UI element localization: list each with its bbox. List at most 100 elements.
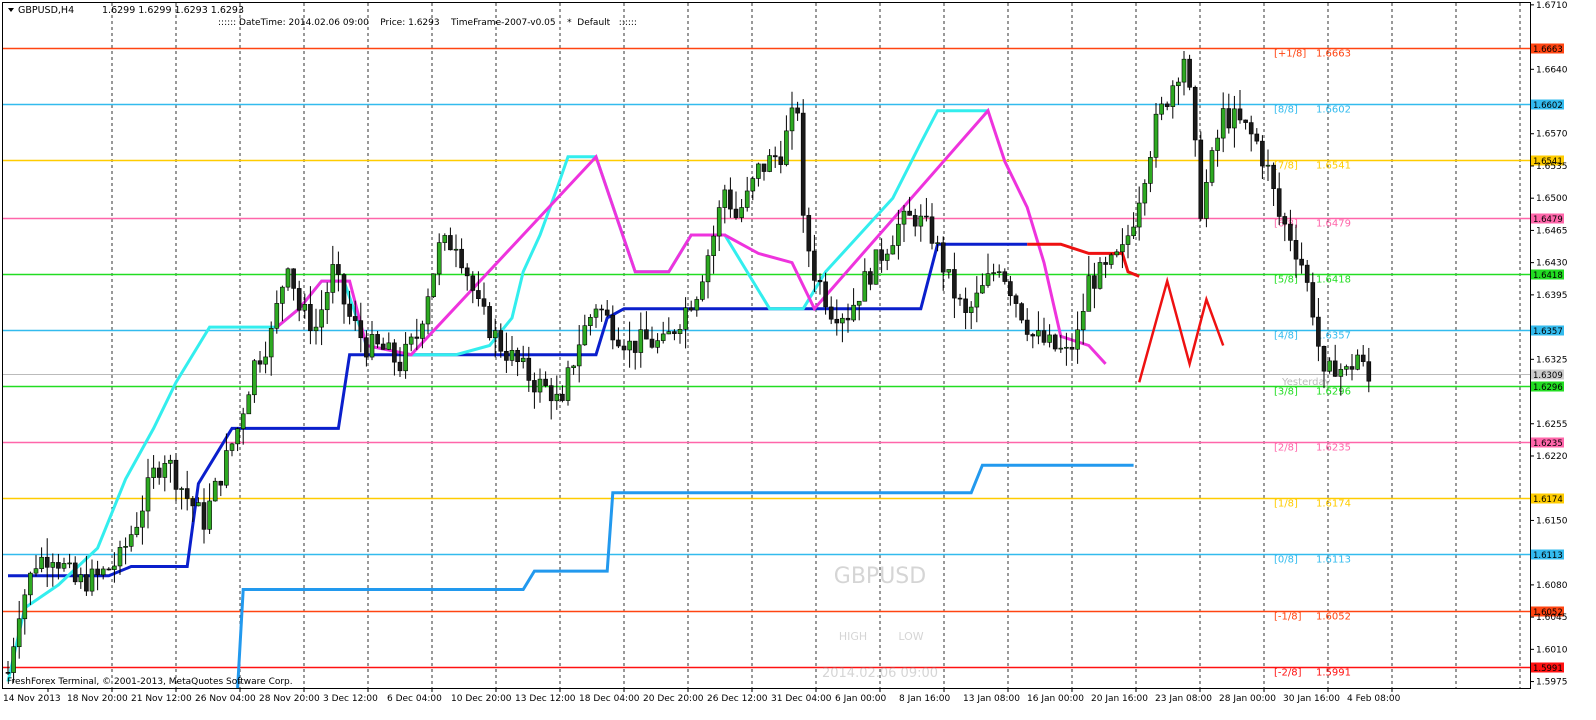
candle-body (862, 271, 868, 302)
candle-body (588, 317, 593, 326)
murrey-level-value: 1.6663 (1316, 49, 1351, 60)
candle-body (795, 107, 800, 114)
copyright-text: FreshForex Terminal, © 2001-2013, MetaQu… (7, 677, 293, 687)
candle-body (935, 242, 940, 245)
candle-body (1204, 182, 1209, 219)
candle-body (1276, 188, 1282, 217)
candle-body (453, 248, 459, 251)
candle-body (851, 304, 856, 321)
candle-body (1013, 295, 1019, 304)
candle-body (330, 264, 336, 293)
candle-body (896, 223, 901, 246)
candle-body (112, 565, 117, 570)
candle-body (840, 317, 845, 324)
murrey-level-label: [-1/8] (1274, 612, 1302, 623)
x-tick-label: 18 Dec 04:00 (579, 694, 640, 704)
window-header: GBPUSD,H4 1.6299 1.6299 1.6293 1.6293 (8, 5, 244, 16)
candle-body (1036, 330, 1041, 337)
candle-body (565, 367, 571, 401)
candle-body (677, 329, 683, 334)
candle-body (644, 329, 649, 340)
candle-body (369, 334, 375, 358)
candle-body (1243, 119, 1248, 123)
candle-body (1002, 271, 1008, 282)
candle-body (1108, 254, 1114, 265)
candle-body (996, 271, 1002, 273)
candle-body (408, 336, 414, 345)
y-tick-label: 1.6465 (1536, 226, 1568, 236)
candle-body (532, 380, 537, 393)
candle-body (61, 563, 67, 569)
candle-body (33, 568, 39, 574)
candle-body (498, 330, 504, 352)
candle-body (106, 568, 112, 571)
x-tick-label: 14 Nov 2013 (3, 694, 61, 704)
candle-body (879, 249, 884, 261)
candle-body (918, 215, 924, 227)
candle-body (1024, 319, 1030, 335)
candle-body (16, 618, 22, 648)
candle-body (856, 300, 862, 306)
x-tick-label: 8 Jan 16:00 (899, 694, 951, 704)
candle-body (436, 242, 442, 275)
candle-body (151, 467, 156, 478)
candle-body (722, 189, 728, 208)
candle-body (162, 463, 168, 478)
candle-body (812, 250, 817, 281)
candle-body (884, 253, 890, 261)
candle-body (184, 488, 190, 499)
y-tick-label: 1.6080 (1536, 581, 1568, 591)
candle-body (1030, 334, 1036, 337)
price-chart[interactable]: [+1/8]1.6663[8/8]1.6602[7/8]1.6541[6/8]1… (0, 0, 1596, 720)
x-tick-label: 21 Nov 12:00 (131, 694, 192, 704)
x-tick-label: 6 Dec 04:00 (387, 694, 442, 704)
candle-body (44, 556, 50, 568)
candle-body (1142, 183, 1148, 204)
x-tick-label: 28 Jan 00:00 (1219, 694, 1276, 704)
x-tick-label: 6 Jan 00:00 (835, 694, 887, 704)
candle-body (1327, 360, 1332, 372)
candle-body (492, 330, 498, 339)
candle-body (229, 443, 235, 451)
candle-body (235, 428, 240, 445)
candle-body (599, 308, 604, 311)
candle-body (817, 280, 823, 283)
candle-body (767, 155, 772, 172)
price-badge-text: 1.6418 (1533, 271, 1563, 281)
candle-body (470, 275, 476, 291)
x-tick-label: 16 Jan 00:00 (1027, 694, 1084, 704)
candle-body (100, 568, 106, 576)
candle-body (56, 562, 61, 569)
candle-body (1293, 240, 1299, 260)
candle-body (604, 309, 610, 316)
candle-body (263, 356, 268, 365)
candle-body (1052, 334, 1058, 350)
candle-body (380, 343, 386, 350)
x-tick-label: 4 Feb 08:00 (1347, 694, 1401, 704)
candle-body (912, 215, 918, 227)
candle-body (806, 215, 812, 252)
murrey-level-value: 1.6113 (1316, 555, 1351, 566)
candle-body (364, 337, 369, 358)
candle-body (778, 156, 784, 165)
candle-body (50, 562, 56, 568)
candle-body (1125, 235, 1131, 245)
murrey-level-value: 1.6296 (1316, 387, 1351, 398)
candle-body (683, 307, 688, 330)
y-tick-label: 1.6710 (1536, 1, 1568, 11)
x-tick-label: 3 Dec 12:00 (323, 694, 378, 704)
x-tick-label: 23 Jan 08:00 (1155, 694, 1212, 704)
candle-body (694, 299, 700, 311)
candle-body (375, 334, 380, 345)
candle-body (834, 318, 840, 324)
candle-body (252, 360, 257, 396)
candle-body (341, 274, 347, 305)
candle-body (716, 207, 722, 237)
murrey-level-label: [-2/8] (1274, 668, 1302, 679)
candle-body (22, 594, 28, 620)
candle-body (487, 306, 492, 339)
candle-body (1366, 361, 1372, 382)
y-tick-label: 1.6255 (1536, 420, 1568, 430)
candle-body (1265, 164, 1271, 167)
candle-body (537, 378, 543, 393)
